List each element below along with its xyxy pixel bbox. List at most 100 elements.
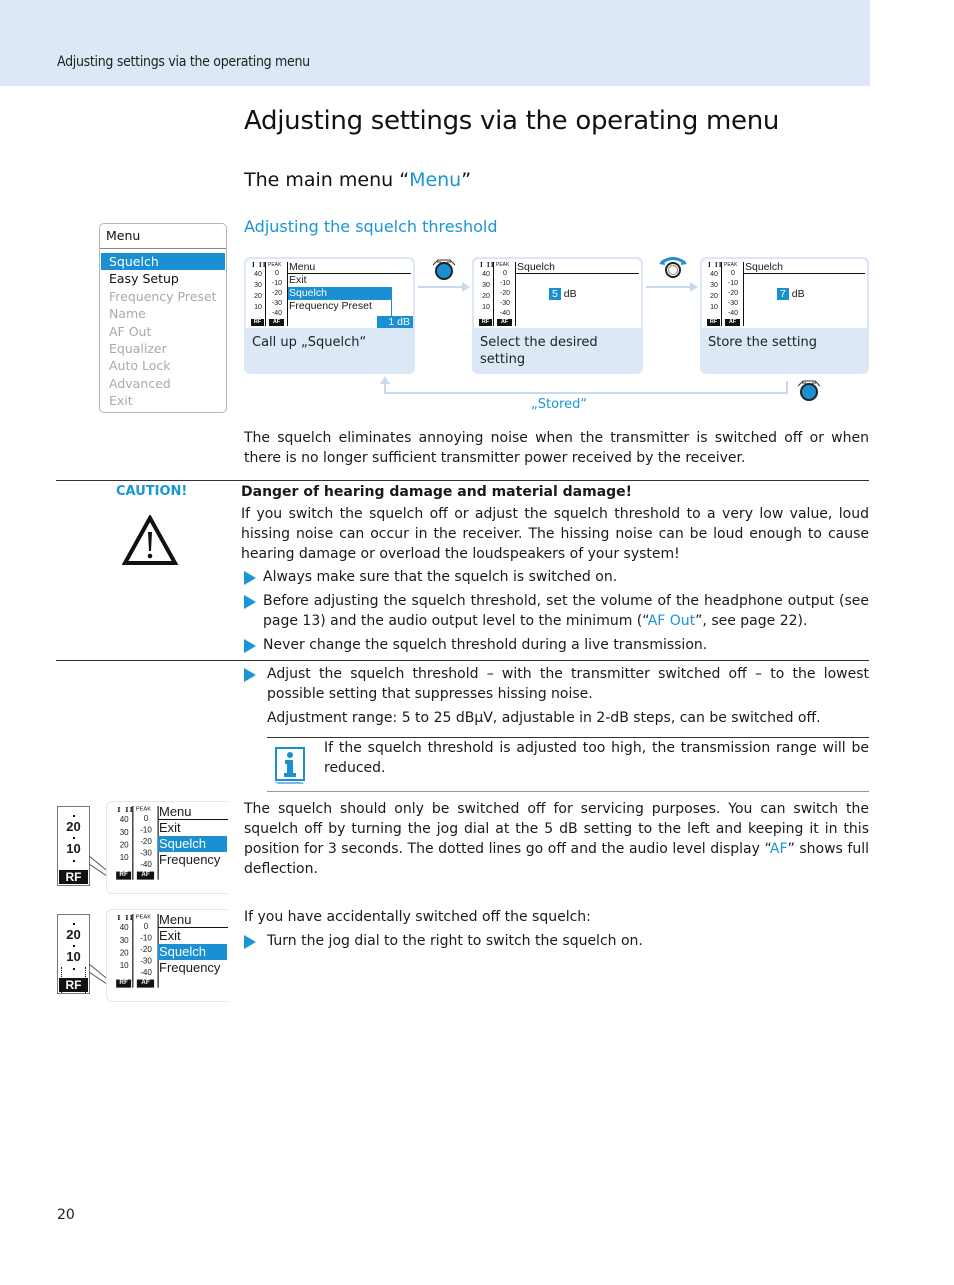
rf-zoom-value: 10: [66, 841, 81, 856]
main-menu-item[interactable]: AF Out: [100, 323, 226, 340]
rf-zoom-label: RF: [59, 870, 88, 884]
rf-zoom-value: 20: [66, 927, 81, 942]
jog-dial-press-icon: [797, 380, 821, 401]
scale-dot: [73, 945, 75, 947]
meter-divider: [132, 806, 134, 880]
lcd-title: Squelch: [744, 261, 865, 274]
af-scale: 0 -10 -20 -30 -40: [269, 269, 285, 319]
main-menu-display: Menu Squelch Easy Setup Frequency Preset Na…: [99, 223, 227, 413]
af-meter-header: PEAK: [496, 262, 510, 268]
step-label: Select the desired setting: [480, 335, 598, 367]
lcd-title: Menu: [288, 261, 411, 274]
bullet-arrow-icon: [244, 935, 256, 949]
lcd-menu: Menu Exit Squelch Frequency Preset: [288, 261, 411, 313]
af-meter-header: PEAK: [135, 914, 152, 921]
switch-off-paragraph: The squelch should only be switched off …: [244, 799, 869, 879]
squelch-value: 7 dB: [777, 288, 805, 300]
rf-zoom-label: RF: [59, 978, 88, 992]
switch-on-bullet: Turn the jog dial to the right to switch…: [244, 931, 869, 951]
rf-scale-tick: 30: [254, 282, 262, 289]
lcd-row: Frequency: [159, 960, 221, 975]
rf-zoom-value: 10: [66, 949, 81, 964]
arrow-line: [418, 286, 466, 288]
divider: [56, 660, 869, 661]
af-scale-tick: -20: [499, 290, 511, 297]
lcd-row: Frequency Preset: [289, 300, 372, 312]
instruction-bullet: Adjust the squelch threshold – with the …: [244, 664, 869, 704]
af-scale-tick: -20: [140, 946, 152, 955]
rf-zoom-value: 20: [66, 819, 81, 834]
squelch-value-number: 5: [549, 288, 561, 300]
running-header: Adjusting settings via the operating men…: [57, 54, 310, 70]
header-band: [0, 0, 870, 86]
lcd-title: Menu: [158, 912, 228, 928]
step-select-setting: I II PEAK 40 30 20 10 0 -10 -20 -30 -40 RF AF Squelc…: [472, 257, 643, 374]
rf-scale-tick: 40: [482, 271, 490, 278]
meter-divider: [265, 262, 266, 326]
meter-divider: [132, 914, 134, 988]
rf-label: RF: [707, 319, 720, 326]
rf-scale: 40 30 20 10: [252, 269, 264, 313]
rf-scale-tick: 30: [710, 282, 718, 289]
main-menu-item[interactable]: Exit: [100, 392, 226, 409]
af-scale-tick: -20: [727, 290, 739, 297]
main-menu-item[interactable]: Squelch: [101, 253, 225, 271]
adjustment-range: Adjustment range: 5 to 25 dBµV, adjustab…: [267, 710, 821, 726]
mini-lcd-display: I II PEAK 40 30 20 10 0 -10 -20 -30 -40 RF AF Menu E…: [106, 801, 228, 894]
rf-scale-tick: 10: [254, 304, 262, 311]
rf-label: RF: [116, 979, 132, 988]
level-meters: I II PEAK 40 30 20 10 0 -10 -20 -30 -40 RF AF: [250, 262, 288, 326]
return-path-line: [384, 381, 788, 394]
rf-scale: 40 30 20 10: [117, 814, 131, 865]
af-scale-tick: -40: [499, 310, 511, 317]
squelch-value: 5 dB: [549, 288, 577, 300]
main-menu-item[interactable]: Equalizer: [100, 340, 226, 357]
section-title-suffix: ”: [461, 169, 472, 191]
af-scale-tick: -10: [140, 826, 152, 835]
af-scale-tick: -20: [140, 838, 152, 847]
lcd-screen: I II PEAK 40 30 20 10 0 -10 -20 -30 -40 RF AF Squelc…: [702, 259, 867, 328]
main-menu-item[interactable]: Advanced: [100, 375, 226, 392]
main-menu-item[interactable]: Name: [100, 305, 226, 322]
warning-triangle-icon: [122, 515, 178, 565]
subsection-title: Adjusting the squelch threshold: [244, 217, 498, 236]
caution-text: If you switch the squelch off or adjust …: [241, 506, 869, 562]
af-scale-tick: -40: [140, 969, 152, 978]
lcd-menu: Menu Exit Squelch Frequency: [158, 804, 228, 868]
main-menu-item[interactable]: Auto Lock: [100, 357, 226, 374]
rf-scale-tick: 40: [710, 271, 718, 278]
rf-scale-tick: 10: [119, 854, 129, 863]
lcd-row: Exit: [159, 820, 181, 835]
info-icon: [274, 747, 305, 784]
bullet-text: Turn the jog dial to the right to switch…: [267, 933, 643, 949]
arrow-head-icon: [462, 282, 470, 292]
rf-scale-tick: 10: [710, 304, 718, 311]
lcd-title: Menu: [158, 804, 228, 820]
rf-label: RF: [116, 871, 132, 880]
level-meters: I II PEAK 40 30 20 10 0 -10 -20 -30 -40 RF AF: [115, 914, 159, 988]
af-out-link[interactable]: AF Out: [648, 613, 695, 629]
af-label: AF: [136, 871, 155, 880]
main-menu-title: Menu: [106, 228, 141, 243]
bullet-text: Before adjusting the squelch threshold, …: [263, 591, 869, 631]
bullet-arrow-icon: [244, 668, 256, 682]
page-title: Adjusting settings via the operating men…: [244, 106, 780, 136]
lcd-menu: Squelch: [744, 261, 865, 274]
af-link[interactable]: AF: [770, 841, 788, 857]
main-menu-item[interactable]: Easy Setup: [100, 270, 226, 287]
scale-dot: [73, 968, 75, 970]
scale-dot: [73, 815, 75, 817]
section-title-menu-link[interactable]: Menu: [409, 169, 461, 191]
rf-scale-tick: 10: [119, 962, 129, 971]
af-label: AF: [269, 319, 284, 326]
rf-scale-tick: 40: [254, 271, 262, 278]
af-scale: 0 -10 -20 -30 -40: [137, 922, 155, 980]
main-menu-divider: [100, 248, 226, 249]
af-scale-tick: -30: [727, 300, 739, 307]
caution-bullet: Never change the squelch threshold durin…: [244, 635, 869, 655]
stored-label: „Stored“: [531, 397, 588, 412]
lcd-row: Frequency: [159, 852, 221, 867]
main-menu-list: Squelch Easy Setup Frequency Preset Name AF …: [100, 253, 226, 410]
main-menu-item[interactable]: Frequency Preset: [100, 288, 226, 305]
af-scale-tick: -40: [727, 310, 739, 317]
